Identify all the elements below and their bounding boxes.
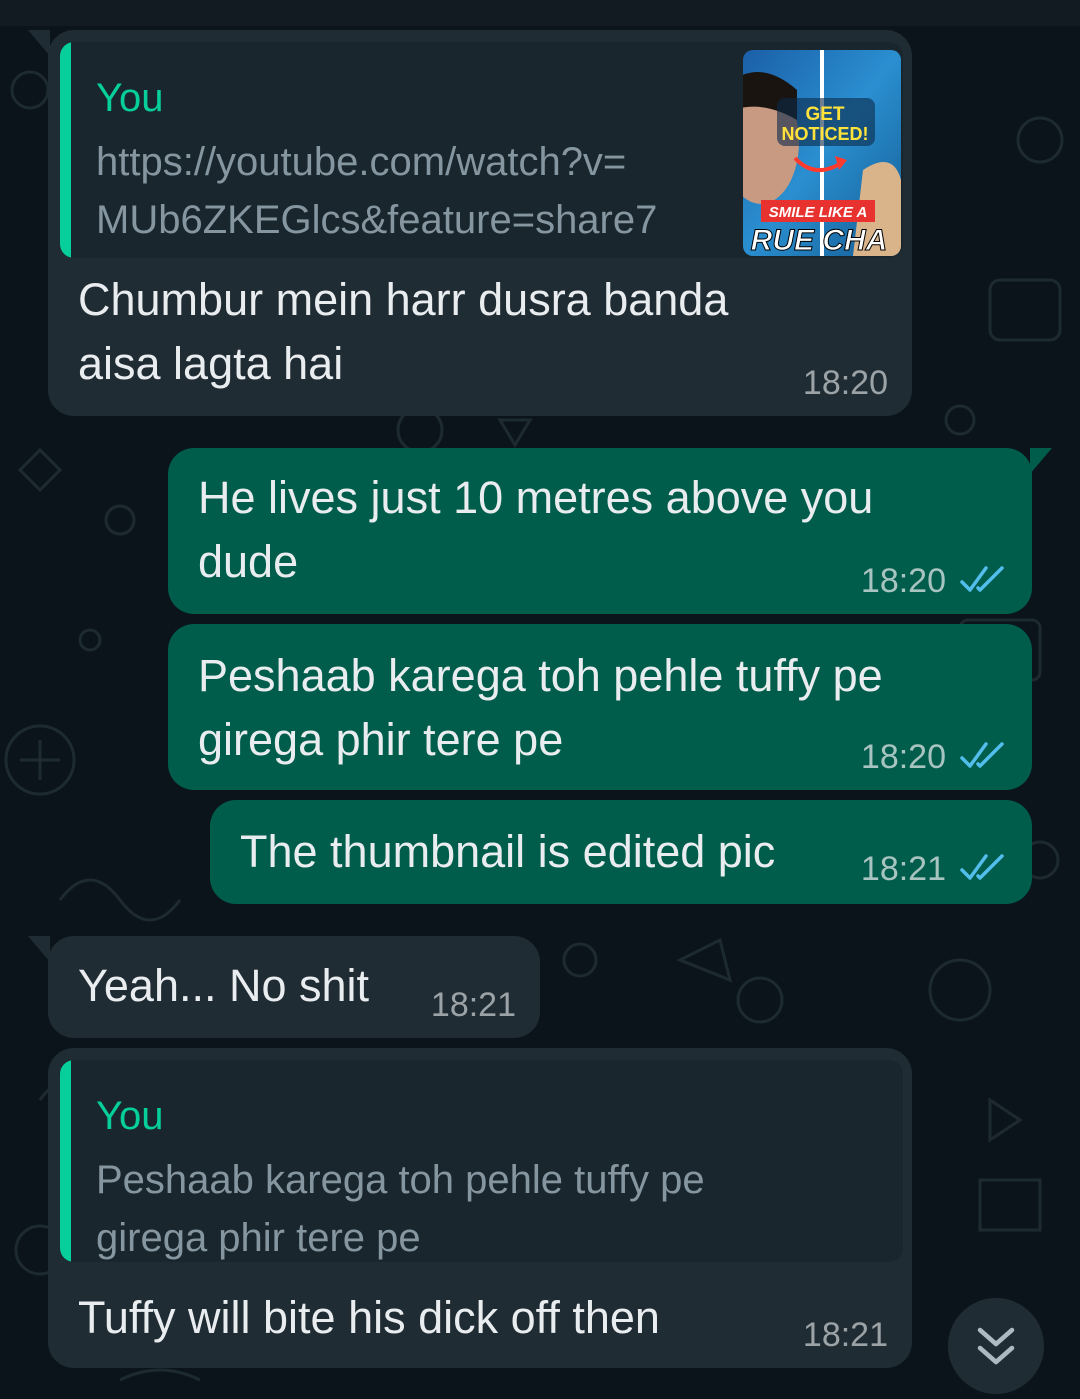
quote-text-line: MUb6ZKEGlcs&feature=share7 [96, 198, 658, 242]
message-text-line: Chumbur mein harr dusra banda [78, 274, 729, 325]
bubble-tail [28, 936, 50, 962]
double-check-read-icon [960, 854, 1004, 880]
message-timestamp: 18:20 [802, 364, 888, 402]
double-check-read-icon [960, 742, 1004, 768]
message-text-line: Peshaab karega toh pehle tuffy pe [198, 650, 883, 701]
double-check-read-icon [960, 566, 1004, 592]
message-timestamp: 18:20 [860, 562, 946, 600]
thumbnail-image: GET NOTICED! SMILE LIKE A RUE CHA [743, 50, 901, 256]
message-text-line: Tuffy will bite his dick off then [78, 1292, 660, 1343]
quote-author: You [96, 76, 164, 120]
message-text-line: girega phir tere pe [198, 714, 564, 765]
message-text-line: Yeah... No shit [78, 960, 370, 1011]
quote-text-line: Peshaab karega toh pehle tuffy pe [96, 1158, 705, 1202]
video-thumbnail[interactable]: GET NOTICED! SMILE LIKE A RUE CHA [743, 50, 901, 256]
message-text-line: aisa lagta hai [78, 338, 344, 389]
quoted-message[interactable]: You Peshaab karega toh pehle tuffy pe gi… [60, 1060, 903, 1262]
incoming-message-bubble[interactable]: You Peshaab karega toh pehle tuffy pe gi… [48, 1048, 912, 1368]
top-strip [0, 0, 1080, 26]
quote-accent-bar [60, 1060, 71, 1262]
bubble-tail [1030, 448, 1052, 474]
chevrons-down-icon [977, 1327, 1015, 1365]
incoming-message-bubble[interactable]: You https://youtube.com/watch?v= MUb6ZKE… [28, 30, 912, 416]
scroll-to-bottom-button[interactable] [948, 1298, 1044, 1394]
message-timestamp: 18:20 [860, 738, 946, 776]
message-text-line: The thumbnail is edited pic [240, 826, 776, 877]
outgoing-message-bubble[interactable]: Peshaab karega toh pehle tuffy pe girega… [168, 624, 1032, 790]
message-text-line: dude [198, 536, 299, 587]
message-text-line: He lives just 10 metres above you [198, 472, 874, 523]
thumbnail-caption-small: SMILE LIKE A [769, 204, 868, 221]
thumbnail-badge-line1: GET [805, 104, 844, 125]
quote-text-line: girega phir tere pe [96, 1216, 421, 1260]
outgoing-message-bubble[interactable]: He lives just 10 metres above you dude 1… [168, 448, 1052, 614]
quote-text-line: https://youtube.com/watch?v= [96, 140, 627, 184]
message-timestamp: 18:21 [802, 1316, 888, 1354]
bubble-tail [28, 30, 50, 56]
incoming-message-bubble[interactable]: Yeah... No shit 18:21 [28, 936, 540, 1038]
thumbnail-caption-big: RUE CHA [751, 224, 888, 256]
message-timestamp: 18:21 [430, 986, 516, 1024]
outgoing-message-bubble[interactable]: The thumbnail is edited pic 18:21 [210, 800, 1032, 904]
thumbnail-badge-line2: NOTICED! [782, 124, 869, 144]
quote-author: You [96, 1094, 164, 1138]
message-timestamp: 18:21 [860, 850, 946, 888]
quote-accent-bar [60, 42, 71, 258]
quoted-message[interactable]: You https://youtube.com/watch?v= MUb6ZKE… [60, 42, 903, 258]
